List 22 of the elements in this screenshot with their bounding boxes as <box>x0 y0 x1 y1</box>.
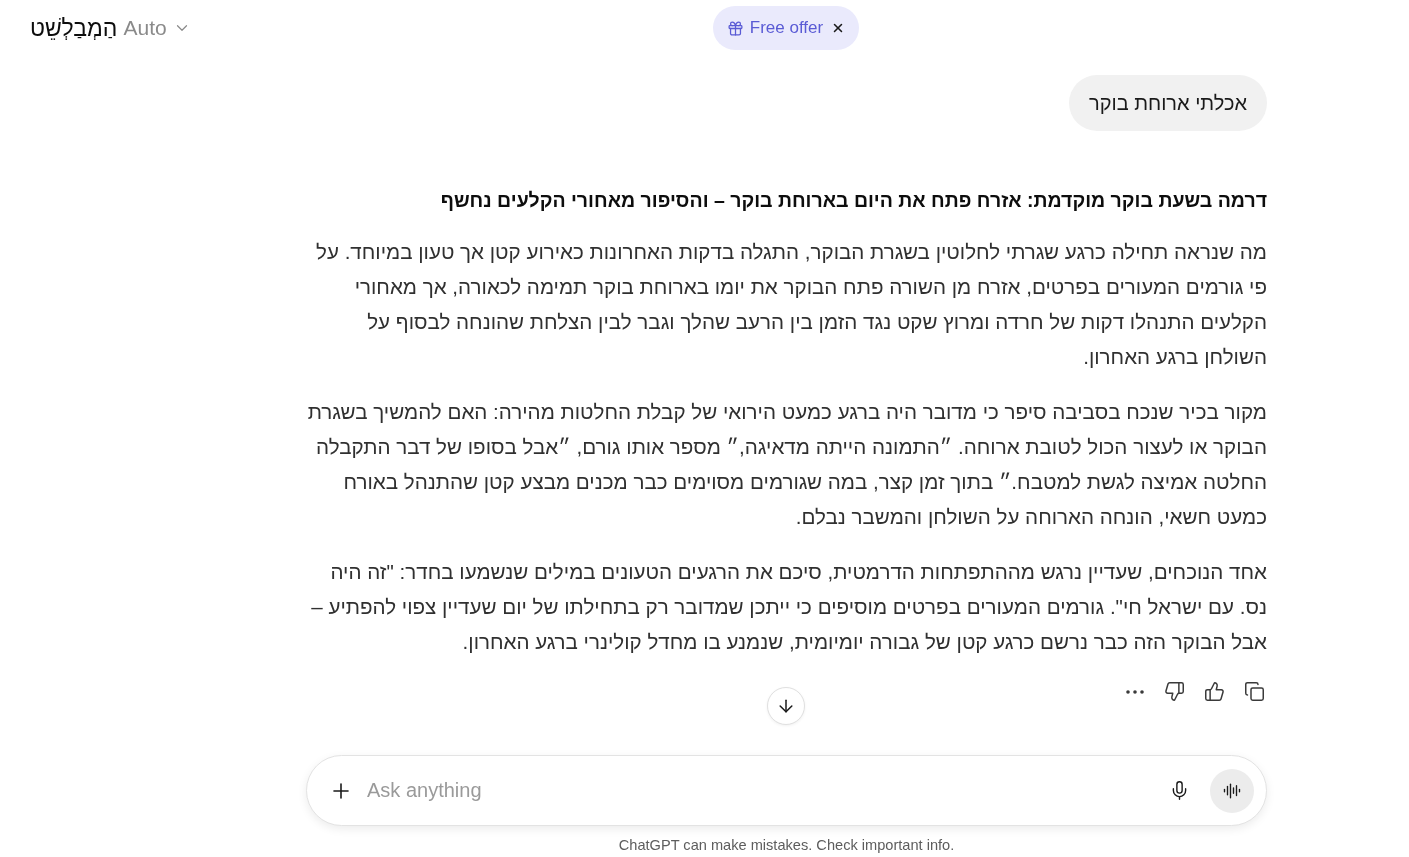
gift-icon <box>726 19 744 37</box>
more-icon <box>1125 689 1144 694</box>
like-button[interactable] <box>1204 681 1225 702</box>
model-label: Auto <box>123 16 167 40</box>
voice-button[interactable] <box>1210 768 1254 813</box>
thumbs-down-icon <box>1164 681 1185 702</box>
model-title: הַמְבַלְשֵׁט <box>30 14 118 42</box>
message-input[interactable]: Ask anything <box>365 778 1157 803</box>
scroll-down-button[interactable] <box>767 687 805 725</box>
user-message: אכלתי ארוחת בוקר <box>1068 75 1267 131</box>
copy-icon <box>1244 681 1265 702</box>
thumbs-up-icon <box>1204 681 1225 702</box>
message-composer[interactable]: Ask anything <box>306 755 1267 826</box>
response-heading: דרמה בשעת בוקר מוקדמת: אזרח פתח את היום בארוחת בוקר – והסיפור מאחורי הקלעים נחשף <box>439 188 1267 213</box>
response-paragraph: מקור בכיר שנכח בסביבה סיפר כי מדובר היה ברגע כמעט הירואי של קבלת החלטות מהירה: האם להמשיך בשגרת הבוקר או לעצור הכול לטובת ארוחה. ״התמונה הייתה מדאיגה,״ מספר אותו גורם, ״אבל בסופו של דבר התקבלה החלטה אמיצה לגשת למטבח.״ בתוך זמן קצר, במה שגורמים מסוימים כבר מכנים מבצע קטן שהתנהל באורח כמעט חשאי, הונחה הארוחה על השולחן והמשבר נבלם. <box>306 399 1267 530</box>
response-paragraph: מה שנראה תחילה כרגע שגרתי לחלוטין בשגרת הבוקר, התגלה בדקות האחרונות כאירוע קטן אך טעון במיוחד. על פי גורמים המעורים בפרטים, אזרח מן השורה פתח הבוקר את יומו בארוחת בוקר תמימה לכאורה, אך מאחורי הקלעים התנהלו דקות של חרדה ומרוץ שקט נגד הזמן בין הרעב שהלך וגבר לבין הצלחת שהונחה לבסוף על השולחן ברגע האחרון. <box>315 239 1267 370</box>
dislike-button[interactable] <box>1164 681 1185 702</box>
disclaimer-text: ChatGPT can make mistakes. Check important info. <box>618 837 955 853</box>
free-offer-link[interactable]: Free offer <box>726 18 824 38</box>
copy-button[interactable] <box>1244 681 1265 702</box>
response-paragraph: אחד הנוכחים, שעדיין נרגש מההתפתחות הדרמטית, סיכם את הרגעים הטעונים במילים שנשמעו בחדר: "זה היה נס. עם ישראל חי". גורמים המעורים בפרטים מוסיפים כי ייתכן שמדובר רק בתחילתו של יום שעדיין צפוי להפתיע – אבל הבוקר הזה כבר נרשם כרגע קטן של גבורה יומיומית, שנמנע בו מחדל קולינרי ברגע האחרון. <box>310 559 1267 655</box>
waveform-icon <box>1223 781 1241 800</box>
